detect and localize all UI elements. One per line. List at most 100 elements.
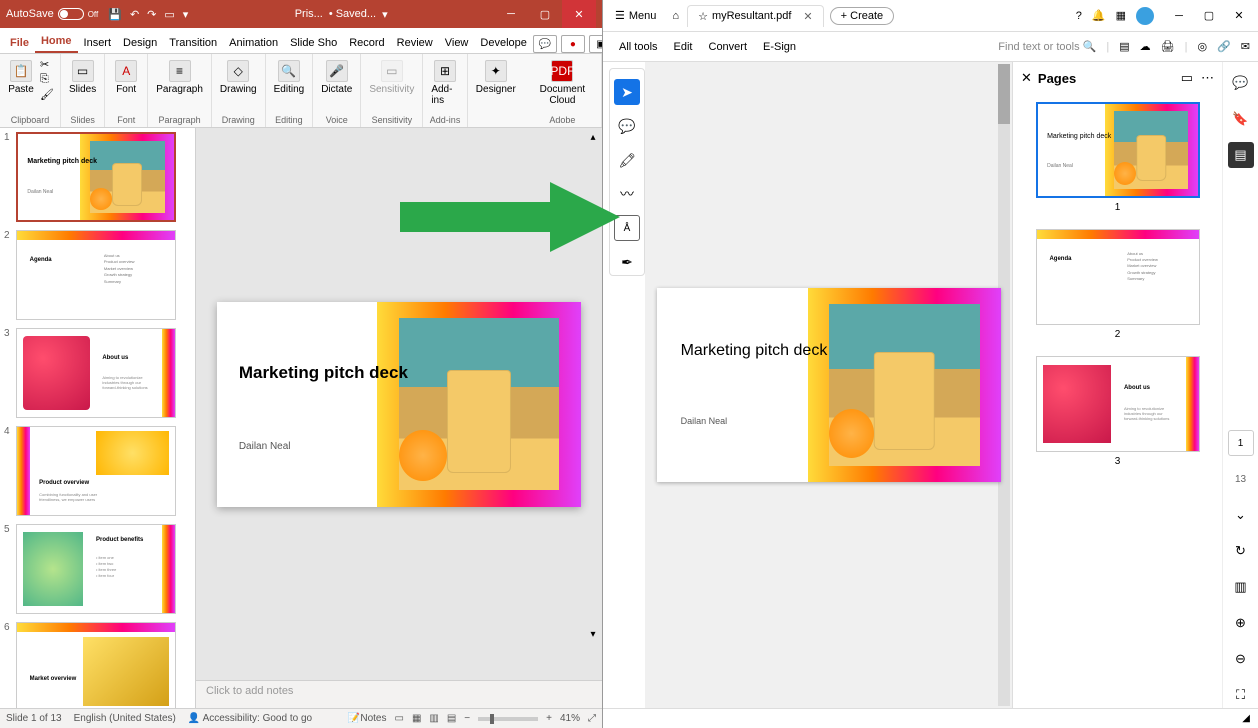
main-slide[interactable]: Marketing pitch deck Dailan Neal [217,302,581,507]
sorter-view-icon[interactable]: ▦ [412,713,421,724]
tab-slideshow[interactable]: Slide Sho [284,33,343,53]
new-slide-button[interactable]: ▭Slides [67,58,98,97]
acrobat-document-view[interactable]: Marketing pitch deck Dailan Neal [645,62,1012,708]
zoom-in-icon[interactable]: ⊕ [1228,610,1254,636]
dictate-button[interactable]: 🎤Dictate [319,58,354,97]
pages-thumbnail-list[interactable]: Marketing pitch deckDailan Neal1AgendaAb… [1013,94,1222,708]
email-icon[interactable]: ✉ [1241,40,1250,53]
autosave-toggle[interactable]: AutoSave Off [6,8,98,20]
page-options-icon[interactable]: ▭ [1181,70,1193,86]
language-status[interactable]: English (United States) [74,713,176,724]
notes-input[interactable]: Click to add notes [196,680,602,708]
minimize-button[interactable]: ─ [1164,2,1194,30]
user-avatar[interactable] [1136,7,1154,25]
tab-insert[interactable]: Insert [78,33,118,53]
comment-tool-icon[interactable]: 💬 [614,113,640,139]
create-button[interactable]: + Create [830,7,895,25]
close-tab-icon[interactable]: ✕ [803,10,812,23]
save-icon[interactable]: ▤ [1119,40,1129,53]
thumb-preview[interactable]: About usAiming to revolutionizeindustrie… [16,328,176,418]
save-icon[interactable]: 💾 [108,8,122,21]
redo-icon[interactable]: ↷ [147,8,156,21]
format-painter-icon[interactable]: 🖌 [40,88,54,101]
slide-thumb-1[interactable]: 1Marketing pitch deckDailan Neal [4,132,191,222]
find-input[interactable]: Find text or tools 🔍 [998,40,1096,53]
addins-button[interactable]: ⊞Add-ins [429,58,460,108]
slide-thumb-4[interactable]: 4Product overviewCombining functionality… [4,426,191,516]
slide-thumb-2[interactable]: 2AgendaAbout usProduct overviewMarket ov… [4,230,191,320]
paragraph-button[interactable]: ≡Paragraph [154,58,205,97]
accessibility-status[interactable]: 👤 Accessibility: Good to go [188,713,312,724]
maximize-button[interactable]: ▢ [528,0,562,28]
close-panel-icon[interactable]: ✕ [1021,70,1032,86]
scroll-up-icon[interactable]: ▴ [586,132,600,143]
esign-button[interactable]: E-Sign [755,37,804,57]
tab-home[interactable]: Home [35,31,78,53]
print-icon[interactable]: 🖨 [1161,40,1175,53]
drawing-button[interactable]: ◇Drawing [218,58,259,97]
slide-thumb-5[interactable]: 5Product benefits• item one• item two• i… [4,524,191,614]
star-icon[interactable]: ☆ [698,10,708,23]
comments-icon[interactable]: 💬 [533,35,557,53]
slide-author[interactable]: Dailan Neal [239,441,291,452]
draw-tool-icon[interactable]: 〰 [614,181,640,207]
link-icon[interactable]: 🔗 [1217,40,1231,53]
editing-button[interactable]: 🔍Editing [272,58,307,97]
tab-file[interactable]: File [4,33,35,53]
vertical-scrollbar[interactable]: ▴ ▾ [586,132,600,640]
undo-icon[interactable]: ↶ [130,8,139,21]
all-tools-button[interactable]: All tools [611,37,666,57]
tab-review[interactable]: Review [391,33,439,53]
zoom-out-icon[interactable]: ⊖ [1228,646,1254,672]
close-button[interactable]: ✕ [562,0,596,28]
scroll-down-icon[interactable]: ▾ [586,629,600,640]
thumb-preview[interactable]: Marketing pitch deckDailan Neal [16,132,176,222]
title-dropdown-icon[interactable]: ▾ [382,8,388,21]
chat-panel-icon[interactable]: 💬 [1228,70,1254,96]
tab-design[interactable]: Design [117,33,163,53]
close-button[interactable]: ✕ [1224,2,1254,30]
help-icon[interactable]: ? [1076,10,1082,22]
minimize-button[interactable]: ─ [494,0,528,28]
menu-button[interactable]: ☰ Menu [607,5,664,26]
zoom-slider[interactable] [478,717,538,721]
document-tab[interactable]: ☆ myResultant.pdf ✕ [687,5,824,27]
tab-developer[interactable]: Develope [474,33,532,53]
designer-button[interactable]: ✦Designer [474,58,518,97]
reading-view-icon[interactable]: ▥ [429,713,438,724]
convert-button[interactable]: Convert [701,37,756,57]
slide-thumbnails-panel[interactable]: 1Marketing pitch deckDailan Neal2AgendaA… [0,128,196,708]
slide-title[interactable]: Marketing pitch deck [239,363,408,383]
slide-canvas[interactable]: Marketing pitch deck Dailan Neal ▴ ▾ [196,128,602,680]
select-tool-icon[interactable]: ➤ [614,79,640,105]
zoom-out-icon[interactable]: − [464,713,470,724]
page-thumb-2[interactable]: AgendaAbout usProduct overviewMarket ove… [1036,229,1200,325]
more-options-icon[interactable]: ⋯ [1201,70,1214,86]
thumb-preview[interactable]: Product benefits• item one• item two• it… [16,524,176,614]
edit-button[interactable]: Edit [666,37,701,57]
cut-icon[interactable]: ✂ [40,58,54,71]
tab-transitions[interactable]: Transition [163,33,223,53]
ai-assistant-icon[interactable]: ◎ [1197,40,1207,53]
bookmark-panel-icon[interactable]: 🔖 [1228,106,1254,132]
copy-icon[interactable]: ⎘ [40,73,54,86]
fit-slide-icon[interactable]: ⤢ [588,713,596,724]
page-thumb-1[interactable]: Marketing pitch deckDailan Neal [1036,102,1200,198]
sign-tool-icon[interactable]: ✒ [614,249,640,275]
tab-animations[interactable]: Animation [223,33,284,53]
apps-icon[interactable]: ▦ [1116,9,1126,22]
notes-toggle[interactable]: 📝Notes [348,713,387,724]
slide-thumb-3[interactable]: 3About usAiming to revolutionizeindustri… [4,328,191,418]
highlight-tool-icon[interactable]: 🖍 [614,147,640,173]
slideshow-view-icon[interactable]: ▤ [447,713,456,724]
text-tool-icon[interactable]: Å [614,215,640,241]
zoom-in-icon[interactable]: + [546,713,552,724]
page-display-icon[interactable]: ▥ [1228,574,1254,600]
paste-button[interactable]: 📋Paste [6,58,36,97]
record-icon[interactable]: ● [561,35,585,53]
expand-icon[interactable]: ⌄ [1228,502,1254,528]
bell-icon[interactable]: 🔔 [1092,9,1106,22]
thumb-preview[interactable]: Product overviewCombining functionality … [16,426,176,516]
maximize-button[interactable]: ▢ [1194,2,1224,30]
page-thumb-3[interactable]: About usAiming to revolutionizeindustrie… [1036,356,1200,452]
